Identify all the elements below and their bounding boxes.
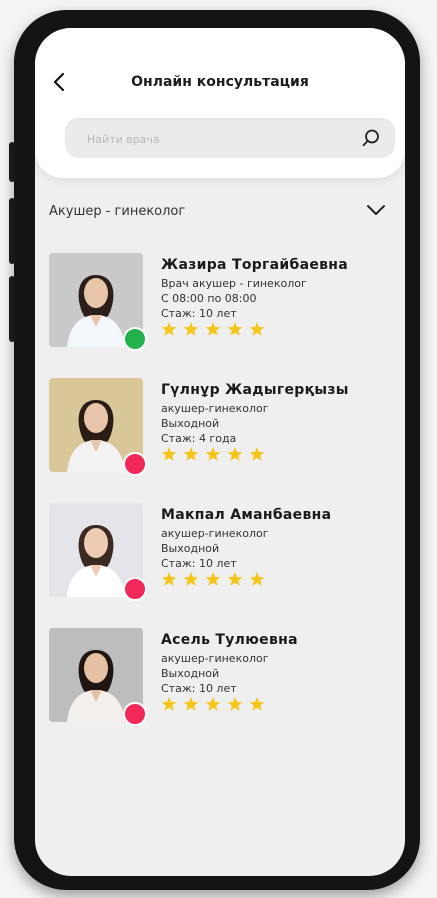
star-icon [205,572,221,586]
star-icon [227,697,243,711]
star-icon [227,572,243,586]
star-icon [227,447,243,461]
doctor-specialty: Врач акушер - гинеколог [161,277,307,290]
doctor-specialty: акушер-гинеколог [161,652,269,665]
rating-stars [161,321,391,337]
doctor-specialty: акушер-гинеколог [161,402,269,415]
star-icon [161,697,177,711]
search-icon[interactable] [361,128,381,148]
doctor-name: Жазира Торгайбаевна [161,257,349,273]
star-icon [161,572,177,586]
phone-side-button [9,276,15,342]
doctor-experience: Стаж: 10 лет [161,682,237,695]
star-icon [161,447,177,461]
header: Онлайн консультация [35,28,405,178]
rating-stars [161,696,391,712]
doctor-info: Макпал Аманбаевна акушер-гинеколог Выход… [161,507,391,587]
search-input[interactable] [85,118,359,160]
doctor-specialty: акушер-гинеколог [161,527,269,540]
star-icon [249,572,265,586]
chevron-down-icon[interactable] [365,200,387,220]
star-icon [183,447,199,461]
doctor-info: Гүлнұр Жадыгерқызы акушер-гинеколог Выхо… [161,382,391,462]
status-indicator [123,702,147,726]
doctor-name: Макпал Аманбаевна [161,507,332,523]
star-icon [205,697,221,711]
rating-stars [161,571,391,587]
doctor-schedule: Выходной [161,417,220,430]
rating-stars [161,446,391,462]
star-icon [183,697,199,711]
star-icon [227,322,243,336]
doctor-info: Жазира Торгайбаевна Врач акушер - гинеко… [161,257,391,337]
status-indicator [123,327,147,351]
star-icon [161,322,177,336]
doctor-experience: Стаж: 10 лет [161,307,237,320]
status-indicator [123,577,147,601]
doctor-card[interactable]: Асель Тулюевна акушер-гинеколог Выходной… [49,628,399,728]
doctor-card[interactable]: Гүлнұр Жадыгерқызы акушер-гинеколог Выхо… [49,378,399,478]
app-screen: Онлайн консультация Акушер - гинеколог Ж… [35,28,405,876]
star-icon [249,322,265,336]
doctor-experience: Стаж: 4 года [161,432,237,445]
page-title: Онлайн консультация [131,74,309,90]
doctor-name: Гүлнұр Жадыгерқызы [161,382,349,398]
doctor-schedule: С 08:00 по 08:00 [161,292,257,305]
doctor-experience: Стаж: 10 лет [161,557,237,570]
star-icon [183,572,199,586]
star-icon [205,447,221,461]
star-icon [183,322,199,336]
doctor-name: Асель Тулюевна [161,632,298,648]
status-indicator [123,452,147,476]
phone-side-button [9,142,15,182]
phone-side-button [9,198,15,264]
doctor-schedule: Выходной [161,542,220,555]
doctor-card[interactable]: Жазира Торгайбаевна Врач акушер - гинеко… [49,253,399,353]
category-filter-label[interactable]: Акушер - гинеколог [49,204,185,219]
star-icon [205,322,221,336]
doctor-info: Асель Тулюевна акушер-гинеколог Выходной… [161,632,391,712]
doctor-schedule: Выходной [161,667,220,680]
search-bar [65,118,395,160]
doctor-card[interactable]: Макпал Аманбаевна акушер-гинеколог Выход… [49,503,399,603]
star-icon [249,697,265,711]
star-icon [249,447,265,461]
